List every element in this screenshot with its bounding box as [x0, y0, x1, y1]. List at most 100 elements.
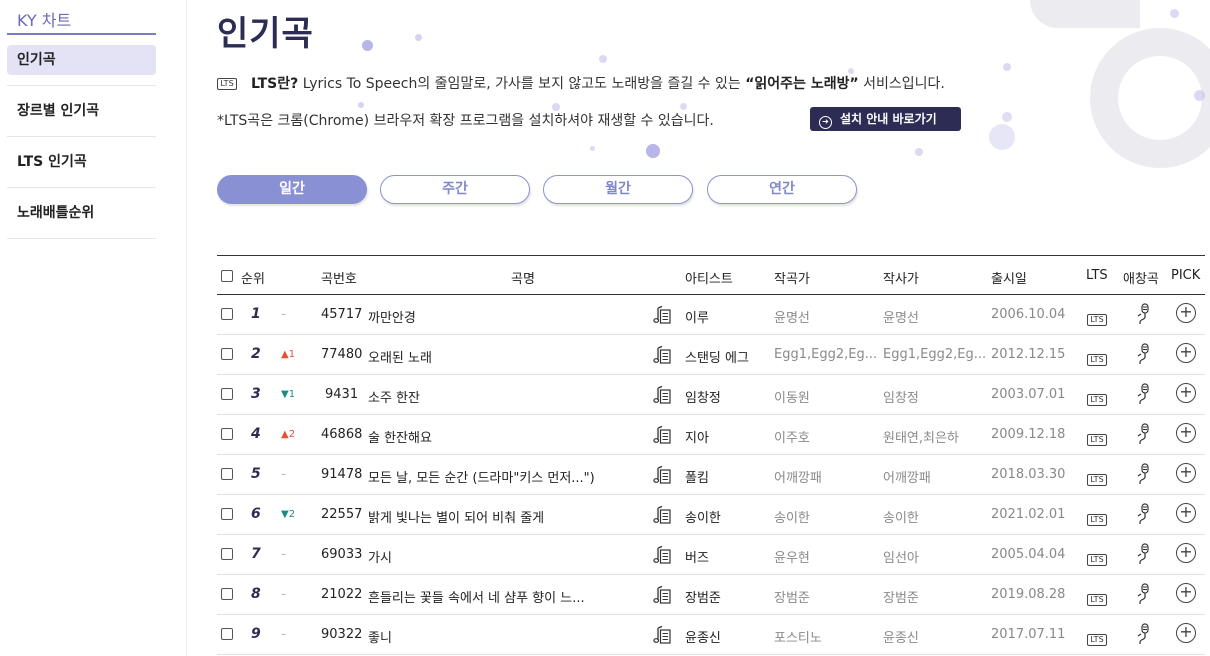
tab-monthly[interactable]: 월간 [543, 175, 693, 204]
table-row: 8 – 21022 흔들리는 꽃들 속에서 네 샴푸 향이 느... 장범준 장범준 장범준… [217, 575, 1205, 615]
sidebar-item-lts-popular[interactable]: LTS 인기곡 [7, 147, 156, 177]
song-title[interactable]: 흔들리는 꽃들 속에서 네 샴푸 향이 느... [368, 587, 585, 606]
artist-name[interactable]: 지아 [685, 427, 709, 446]
decorative-bubble [1003, 63, 1011, 71]
row-checkbox[interactable] [221, 468, 233, 480]
microphone-icon[interactable] [1136, 423, 1150, 445]
rank-change: ▲1 [281, 349, 296, 360]
pick-add-icon[interactable]: + [1176, 303, 1196, 323]
sidebar-item-genre-popular[interactable]: 장르별 인기곡 [7, 96, 156, 126]
lyrics-icon[interactable] [653, 425, 671, 445]
artist-name[interactable]: 스탠딩 에그 [685, 347, 749, 366]
decorative-bubble [680, 103, 687, 110]
row-checkbox[interactable] [221, 628, 233, 640]
microphone-icon[interactable] [1136, 623, 1150, 645]
artist-name[interactable]: 임창정 [685, 387, 721, 406]
row-checkbox[interactable] [221, 388, 233, 400]
song-title[interactable]: 가시 [368, 547, 392, 566]
lyrics-icon[interactable] [653, 585, 671, 605]
microphone-icon[interactable] [1136, 543, 1150, 565]
artist-name[interactable]: 이루 [685, 307, 709, 326]
lts-play-icon[interactable]: LTS [1087, 507, 1107, 526]
sidebar-item-popular[interactable]: 인기곡 [7, 45, 156, 75]
song-number: 46868 [321, 427, 363, 442]
pick-add-icon[interactable]: + [1176, 583, 1196, 603]
decorative-bubble [358, 102, 364, 108]
row-checkbox[interactable] [221, 308, 233, 320]
decorative-bubble [1170, 9, 1179, 18]
song-title[interactable]: 까만안경 [368, 307, 416, 326]
row-checkbox[interactable] [221, 508, 233, 520]
lts-intro: LTS LTS란? Lyrics To Speech의 줄임말로, 가사를 보지 … [217, 73, 945, 93]
artist-name[interactable]: 폴킴 [685, 467, 709, 486]
lyrics-icon[interactable] [653, 385, 671, 405]
row-checkbox[interactable] [221, 588, 233, 600]
song-title[interactable]: 밝게 빛나는 별이 되어 비춰 줄게 [368, 507, 544, 526]
microphone-icon[interactable] [1136, 463, 1150, 485]
microphone-icon[interactable] [1136, 343, 1150, 365]
composer-name: 포스티노 [774, 631, 822, 646]
install-guide-label: 설치 안내 바로가기 [840, 112, 937, 126]
artist-name[interactable]: 버즈 [685, 547, 709, 566]
lyrics-icon[interactable] [653, 545, 671, 565]
artist-name[interactable]: 송이한 [685, 507, 721, 526]
lts-play-icon[interactable]: LTS [1087, 347, 1107, 366]
rank-change: – [281, 469, 286, 480]
row-checkbox[interactable] [221, 348, 233, 360]
pick-add-icon[interactable]: + [1176, 503, 1196, 523]
lyrics-icon[interactable] [653, 625, 671, 645]
tab-daily[interactable]: 일간 [217, 175, 367, 204]
select-all-checkbox[interactable] [221, 270, 233, 282]
lts-play-icon[interactable]: LTS [1087, 467, 1107, 486]
sidebar-brand[interactable]: KY 차트 [17, 7, 71, 31]
song-title[interactable]: 좋니 [368, 627, 392, 646]
decorative-shape [1030, 0, 1140, 28]
header-lyricist: 작사가 [883, 272, 919, 287]
lyrics-icon[interactable] [653, 505, 671, 525]
install-guide-button[interactable]: ➜ 설치 안내 바로가기 [810, 107, 961, 131]
lts-intro-lead: LTS란? [251, 76, 299, 92]
song-title[interactable]: 술 한잔해요 [368, 427, 432, 446]
microphone-icon[interactable] [1136, 503, 1150, 525]
lts-play-icon[interactable]: LTS [1087, 627, 1107, 646]
lts-play-icon[interactable]: LTS [1087, 587, 1107, 606]
pick-add-icon[interactable]: + [1176, 383, 1196, 403]
lts-play-icon[interactable]: LTS [1087, 547, 1107, 566]
song-title[interactable]: 소주 한잔 [368, 387, 420, 406]
lts-play-icon[interactable]: LTS [1087, 427, 1107, 446]
pick-add-icon[interactable]: + [1176, 623, 1196, 643]
song-title[interactable]: 오래된 노래 [368, 347, 432, 366]
pick-add-icon[interactable]: + [1176, 463, 1196, 483]
artist-name[interactable]: 장범준 [685, 587, 721, 606]
lyricist-name: 장범준 [883, 591, 919, 606]
lyricist-name: 윤명선 [883, 311, 919, 326]
composer-name: 어깨깡패 [774, 471, 822, 486]
release-date: 2003.07.01 [991, 387, 1066, 402]
lyrics-icon[interactable] [653, 345, 671, 365]
decorative-bubble [1194, 90, 1205, 101]
rank-change: – [281, 629, 286, 640]
sidebar-item-song-battle[interactable]: 노래배틀순위 [7, 198, 156, 228]
microphone-icon[interactable] [1136, 383, 1150, 405]
lts-play-icon[interactable]: LTS [1087, 307, 1107, 326]
row-checkbox[interactable] [221, 428, 233, 440]
tab-weekly[interactable]: 주간 [380, 175, 530, 204]
artist-name[interactable]: 윤종신 [685, 627, 721, 646]
composer-name: 윤명선 [774, 311, 810, 326]
song-number: 69033 [321, 547, 363, 562]
lts-icon: LTS [217, 78, 237, 90]
pick-add-icon[interactable]: + [1176, 423, 1196, 443]
table-row: 7 – 69033 가시 버즈 윤우현 임선아 2005.04.04 LTS + [217, 535, 1205, 575]
brand-underline [7, 33, 156, 35]
tab-yearly[interactable]: 연간 [707, 175, 857, 204]
microphone-icon[interactable] [1136, 303, 1150, 325]
decorative-bubble [415, 34, 422, 41]
pick-add-icon[interactable]: + [1176, 343, 1196, 363]
lyrics-icon[interactable] [653, 305, 671, 325]
row-checkbox[interactable] [221, 548, 233, 560]
lts-play-icon[interactable]: LTS [1087, 387, 1107, 406]
song-title[interactable]: 모든 날, 모든 순간 (드라마"키스 먼저...") [368, 467, 595, 486]
pick-add-icon[interactable]: + [1176, 543, 1196, 563]
lyrics-icon[interactable] [653, 465, 671, 485]
microphone-icon[interactable] [1136, 583, 1150, 605]
